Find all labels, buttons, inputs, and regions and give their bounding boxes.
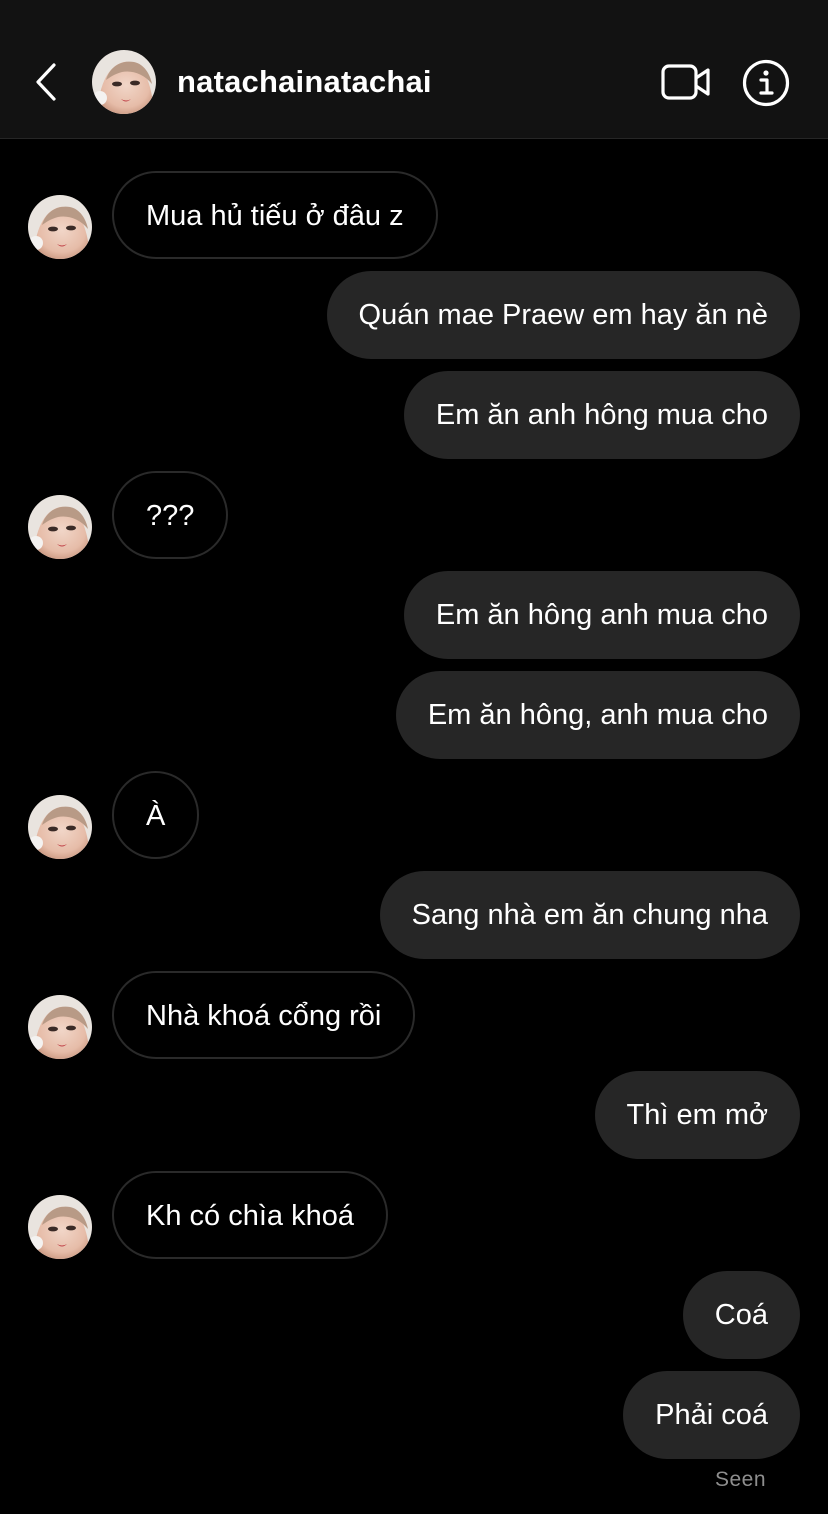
incoming-message[interactable]: À	[112, 771, 200, 859]
avatar[interactable]	[92, 50, 156, 114]
outgoing-message[interactable]: Quán mae Praew em hay ăn nè	[326, 271, 800, 359]
back-button[interactable]	[26, 60, 66, 104]
incoming-message[interactable]: Kh có chìa khoá	[112, 1171, 388, 1259]
contact-username[interactable]: natachainatachai	[177, 60, 432, 104]
info-button[interactable]	[740, 58, 792, 108]
incoming-message[interactable]: ???	[112, 471, 229, 559]
outgoing-message[interactable]: Em ăn anh hông mua cho	[403, 371, 800, 459]
seen-status: Seen	[714, 1468, 766, 1491]
video-call-button[interactable]	[658, 58, 714, 106]
chevron-left-icon	[36, 63, 56, 101]
incoming-message[interactable]: Nhà khoá cổng rồi	[112, 971, 416, 1059]
incoming-message[interactable]: Mua hủ tiếu ở đâu z	[112, 171, 438, 259]
outgoing-message[interactable]: Phải coá	[623, 1371, 800, 1459]
sender-avatar	[28, 1195, 92, 1259]
sender-avatar	[28, 195, 92, 259]
outgoing-message[interactable]: Coá	[682, 1271, 800, 1359]
sender-avatar	[28, 495, 92, 559]
video-camera-icon	[661, 64, 710, 100]
chat-header: natachainatachai	[0, 0, 828, 139]
outgoing-message[interactable]: Em ăn hông anh mua cho	[403, 571, 800, 659]
outgoing-message[interactable]: Sang nhà em ăn chung nha	[379, 871, 800, 959]
info-icon	[742, 59, 790, 107]
outgoing-message[interactable]: Thì em mở	[594, 1071, 800, 1159]
sender-avatar	[28, 795, 92, 859]
sender-avatar	[28, 995, 92, 1059]
outgoing-message[interactable]: Em ăn hông, anh mua cho	[395, 671, 800, 759]
